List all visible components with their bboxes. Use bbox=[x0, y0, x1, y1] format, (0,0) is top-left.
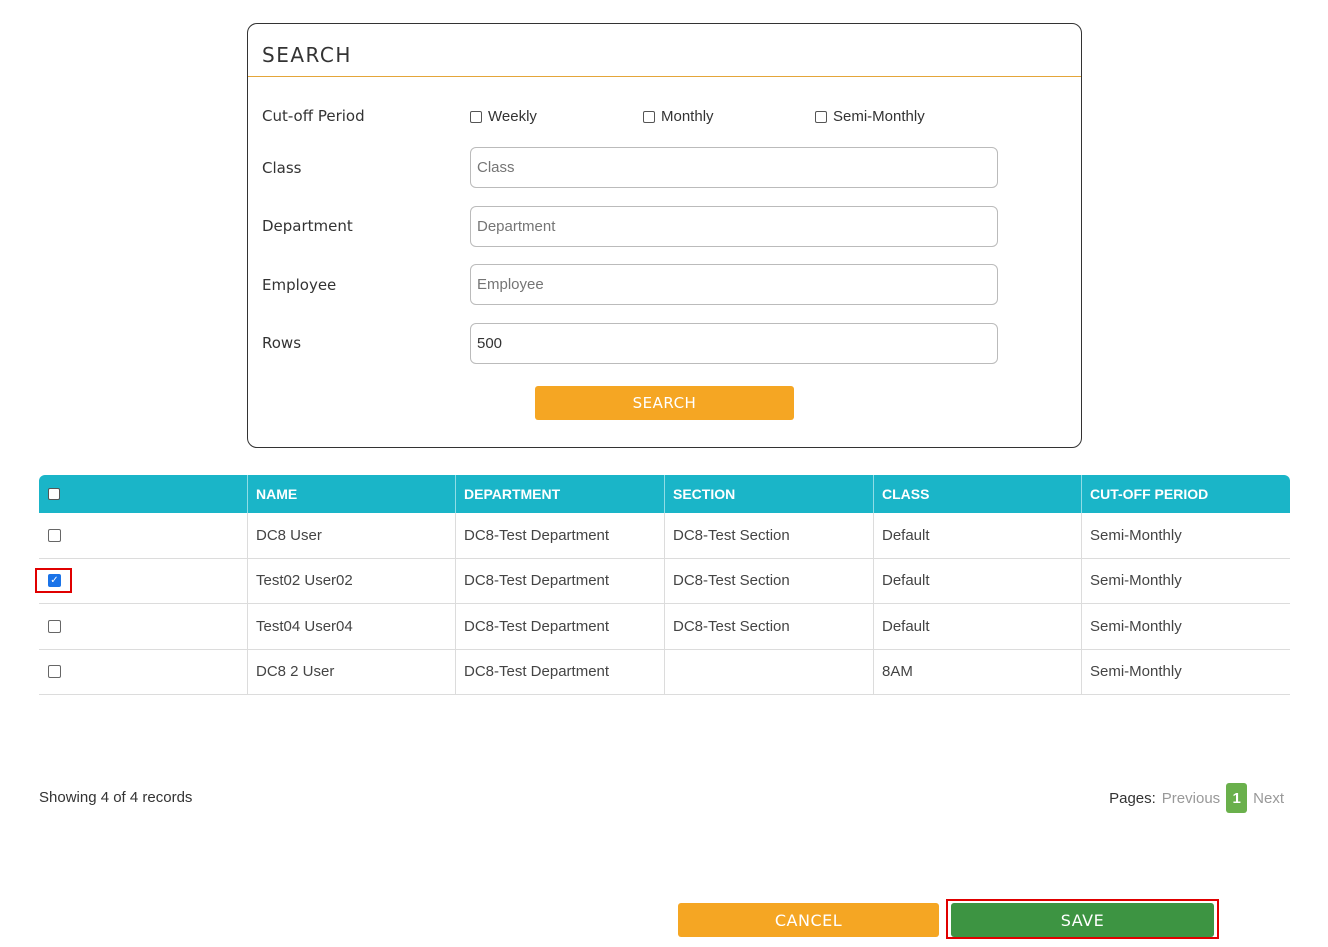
pagination: Pages: Previous 1 Next bbox=[1109, 783, 1284, 813]
cell-name: DC8 User bbox=[247, 513, 455, 558]
cell-cutoff-period: Semi-Monthly bbox=[1081, 513, 1290, 558]
title-divider bbox=[248, 76, 1081, 77]
column-header-section[interactable]: SECTION bbox=[664, 475, 873, 513]
column-header-name[interactable]: NAME bbox=[247, 475, 455, 513]
monthly-checkbox[interactable] bbox=[643, 110, 655, 123]
search-panel: SEARCH Cut-off Period Weekly Monthly Sem… bbox=[247, 23, 1082, 448]
next-page-link[interactable]: Next bbox=[1253, 790, 1284, 807]
table-row: DC8 User DC8-Test Department DC8-Test Se… bbox=[39, 513, 1290, 559]
select-all-checkbox[interactable] bbox=[48, 488, 60, 500]
column-header-department[interactable]: DEPARTMENT bbox=[455, 475, 664, 513]
page-1-button[interactable]: 1 bbox=[1226, 783, 1248, 813]
row-select-cell bbox=[39, 513, 247, 558]
cell-name: DC8 2 User bbox=[247, 649, 455, 694]
cell-class: Default bbox=[873, 513, 1081, 558]
cutoff-monthly-option[interactable]: Monthly bbox=[643, 108, 714, 125]
search-title: SEARCH bbox=[262, 43, 352, 67]
cutoff-semi-monthly-option[interactable]: Semi-Monthly bbox=[815, 108, 925, 125]
table-row: ✓ Test02 User02 DC8-Test Department DC8-… bbox=[39, 558, 1290, 604]
cell-section bbox=[664, 649, 873, 694]
column-header-class[interactable]: CLASS bbox=[873, 475, 1081, 513]
cell-cutoff-period: Semi-Monthly bbox=[1081, 558, 1290, 603]
cell-class: Default bbox=[873, 604, 1081, 649]
cell-name: Test04 User04 bbox=[247, 604, 455, 649]
cell-section: DC8-Test Section bbox=[664, 558, 873, 603]
employee-input[interactable] bbox=[470, 264, 998, 305]
semi-monthly-checkbox[interactable] bbox=[815, 110, 827, 123]
employee-label: Employee bbox=[262, 276, 337, 294]
cell-section: DC8-Test Section bbox=[664, 604, 873, 649]
department-input[interactable] bbox=[470, 206, 998, 247]
save-button[interactable]: SAVE bbox=[951, 903, 1214, 937]
cell-department: DC8-Test Department bbox=[455, 649, 664, 694]
department-label: Department bbox=[262, 217, 353, 235]
rows-input[interactable] bbox=[470, 323, 998, 364]
table-header: NAME DEPARTMENT SECTION CLASS CUT-OFF PE… bbox=[39, 475, 1290, 513]
employee-table: NAME DEPARTMENT SECTION CLASS CUT-OFF PE… bbox=[39, 475, 1290, 695]
semi-monthly-label: Semi-Monthly bbox=[833, 108, 925, 125]
row-select-cell bbox=[39, 650, 247, 695]
cell-department: DC8-Test Department bbox=[455, 604, 664, 649]
row-checkbox[interactable] bbox=[48, 528, 61, 542]
row-checkbox[interactable] bbox=[48, 619, 61, 633]
row-checkbox-checked[interactable]: ✓ bbox=[48, 574, 61, 588]
pages-label: Pages: bbox=[1109, 789, 1156, 807]
previous-page-link[interactable]: Previous bbox=[1162, 790, 1220, 807]
cell-name: Test02 User02 bbox=[247, 558, 455, 603]
cancel-button[interactable]: CANCEL bbox=[678, 903, 939, 937]
column-header-cutoff-period[interactable]: CUT-OFF PERIOD bbox=[1081, 475, 1290, 513]
cell-cutoff-period: Semi-Monthly bbox=[1081, 649, 1290, 694]
weekly-checkbox[interactable] bbox=[470, 110, 482, 123]
search-button[interactable]: SEARCH bbox=[535, 386, 794, 420]
class-input[interactable] bbox=[470, 147, 998, 188]
table-row: DC8 2 User DC8-Test Department 8AM Semi-… bbox=[39, 649, 1290, 695]
cell-cutoff-period: Semi-Monthly bbox=[1081, 604, 1290, 649]
cell-department: DC8-Test Department bbox=[455, 513, 664, 558]
row-select-cell: ✓ bbox=[39, 559, 247, 604]
cell-department: DC8-Test Department bbox=[455, 558, 664, 603]
table-row: Test04 User04 DC8-Test Department DC8-Te… bbox=[39, 604, 1290, 650]
records-info: Showing 4 of 4 records bbox=[39, 789, 193, 806]
cutoff-period-label: Cut-off Period bbox=[262, 107, 365, 125]
cell-class: 8AM bbox=[873, 649, 1081, 694]
row-select-cell bbox=[39, 604, 247, 649]
cell-section: DC8-Test Section bbox=[664, 513, 873, 558]
rows-label: Rows bbox=[262, 334, 302, 352]
cutoff-weekly-option[interactable]: Weekly bbox=[470, 108, 537, 125]
weekly-label: Weekly bbox=[488, 108, 537, 125]
monthly-label: Monthly bbox=[661, 108, 714, 125]
cell-class: Default bbox=[873, 558, 1081, 603]
row-checkbox[interactable] bbox=[48, 665, 61, 679]
class-label: Class bbox=[262, 159, 302, 177]
select-all-cell bbox=[39, 475, 247, 513]
